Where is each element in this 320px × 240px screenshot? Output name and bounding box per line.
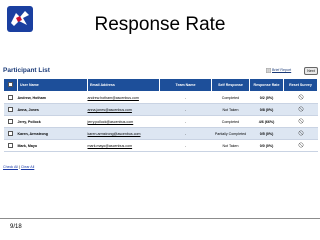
brief-report-link[interactable]: Brief Report [272, 68, 291, 72]
response-rate: 0/0 (0%) [249, 139, 284, 152]
table-row: Mark, Mayo mark.mayo@ascenbus.com - Not … [3, 139, 318, 152]
self-response-status: Completed [211, 115, 250, 128]
email-link[interactable]: mark.mayo@ascenbus.com [87, 139, 160, 152]
table-row: Andrew, Hotham andrew.hotham@ascenbus.co… [3, 91, 318, 104]
header-checkbox[interactable] [8, 82, 13, 87]
select-all-header [3, 78, 18, 92]
reset-survey-icon[interactable] [298, 142, 304, 148]
row-checkbox[interactable] [8, 118, 13, 124]
row-checkbox[interactable] [8, 130, 13, 136]
selection-links: Check All | Clear All [3, 165, 34, 169]
table-row: Jerry, Pollock jerry.pollock@ascenbus.co… [3, 115, 318, 128]
next-button[interactable]: Next [304, 67, 318, 75]
user-name: Mark, Mayo [17, 139, 88, 152]
link-separator: | [18, 165, 20, 169]
participant-list-panel: Participant List Brief Report Next User … [3, 67, 318, 185]
report-icon[interactable] [266, 68, 271, 73]
row-checkbox[interactable] [8, 94, 13, 100]
reset-survey-icon[interactable] [298, 130, 304, 136]
team-name: - [159, 139, 212, 152]
user-name: Karen, Armstrong [17, 127, 88, 140]
user-name: Jerry, Pollock [17, 115, 88, 128]
team-name: - [159, 127, 212, 140]
row-checkbox[interactable] [8, 106, 13, 112]
reset-survey-icon[interactable] [298, 106, 304, 112]
team-name: - [159, 91, 212, 104]
column-header-team[interactable]: Team Name [159, 78, 212, 92]
response-rate: 0/5 (0%) [249, 127, 284, 140]
email-link[interactable]: karen.armstrong@ascenbus.com [87, 127, 160, 140]
response-rate: 0/8 (0%) [249, 103, 284, 116]
table-header-row: User Name Email Address Team Name Self R… [3, 78, 318, 92]
user-name: Andrew, Hotham [17, 91, 88, 104]
team-name: - [159, 115, 212, 128]
self-response-status: Not Taken [211, 139, 250, 152]
email-link[interactable]: jerry.pollock@ascenbus.com [87, 115, 160, 128]
footer-divider [0, 218, 320, 219]
reset-survey-icon[interactable] [298, 94, 304, 100]
check-all-link[interactable]: Check All [3, 165, 18, 169]
column-header-user-name[interactable]: User Name [17, 78, 88, 92]
slide-title: Response Rate [94, 14, 226, 35]
column-header-self-response[interactable]: Self Response [211, 78, 250, 92]
user-name: Anna, Jones [17, 103, 88, 116]
row-checkbox[interactable] [8, 142, 13, 148]
email-link[interactable]: anna.jones@ascenbus.com [87, 103, 160, 116]
team-name: - [159, 103, 212, 116]
self-response-status: Partially Completed [211, 127, 250, 140]
page-number: 9/18 [10, 224, 22, 230]
column-header-response-rate[interactable]: Response Rate [249, 78, 284, 92]
panel-title: Participant List [3, 67, 50, 74]
participant-table: User Name Email Address Team Name Self R… [3, 78, 318, 152]
response-rate: 0/2 (0%) [249, 91, 284, 104]
self-response-status: Not Taken [211, 103, 250, 116]
reset-survey-icon[interactable] [298, 118, 304, 124]
email-link[interactable]: andrew.hotham@ascenbus.com [87, 91, 160, 104]
column-header-email[interactable]: Email Address [87, 78, 160, 92]
table-row: Karen, Armstrong karen.armstrong@ascenbu… [3, 127, 318, 140]
response-rate: 4/6 (66%) [249, 115, 284, 128]
table-row: Anna, Jones anna.jones@ascenbus.com - No… [3, 103, 318, 116]
clear-all-link[interactable]: Clear All [21, 165, 34, 169]
self-response-status: Completed [211, 91, 250, 104]
column-header-reset-survey[interactable]: Reset Survey [283, 78, 318, 92]
